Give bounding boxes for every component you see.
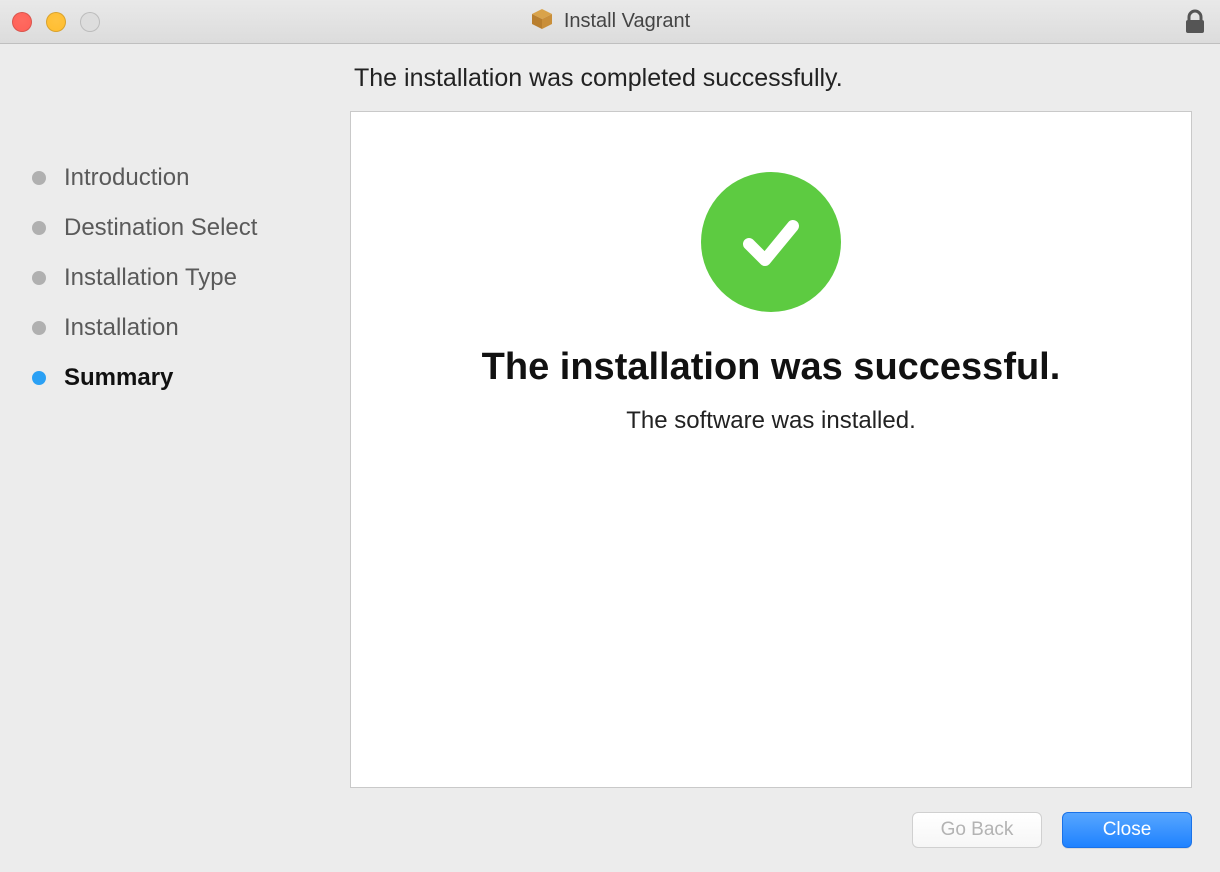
step-bullet-icon <box>32 321 46 335</box>
close-window-button[interactable] <box>12 12 32 32</box>
window-title: Install Vagrant <box>564 10 690 33</box>
footer: Go Back Close <box>0 788 1220 872</box>
title-center: Install Vagrant <box>530 7 690 36</box>
page-header: The installation was completed successfu… <box>354 64 1192 93</box>
success-subline: The software was installed. <box>626 407 915 435</box>
step-label: Destination Select <box>64 214 257 242</box>
window-controls <box>12 12 100 32</box>
step-installation: Installation <box>32 314 318 342</box>
maximize-window-button <box>80 12 100 32</box>
titlebar: Install Vagrant <box>0 0 1220 44</box>
step-bullet-icon <box>32 271 46 285</box>
button-label: Close <box>1103 819 1152 841</box>
step-bullet-icon <box>32 171 46 185</box>
summary-panel: The installation was successful. The sof… <box>350 111 1192 788</box>
package-icon <box>530 7 554 36</box>
minimize-window-button[interactable] <box>46 12 66 32</box>
step-label: Installation Type <box>64 264 237 292</box>
step-bullet-icon <box>32 221 46 235</box>
go-back-button: Go Back <box>912 812 1042 848</box>
step-bullet-icon <box>32 371 46 385</box>
step-summary: Summary <box>32 364 318 392</box>
step-label: Summary <box>64 364 173 392</box>
button-label: Go Back <box>941 819 1014 841</box>
step-label: Introduction <box>64 164 189 192</box>
step-destination-select: Destination Select <box>32 214 318 242</box>
step-introduction: Introduction <box>32 164 318 192</box>
step-installation-type: Installation Type <box>32 264 318 292</box>
close-button[interactable]: Close <box>1062 812 1192 848</box>
step-label: Installation <box>64 314 179 342</box>
lock-icon[interactable] <box>1184 9 1206 35</box>
sidebar: Introduction Destination Select Installa… <box>28 64 318 788</box>
success-headline: The installation was successful. <box>482 346 1061 389</box>
success-check-icon <box>701 172 841 312</box>
